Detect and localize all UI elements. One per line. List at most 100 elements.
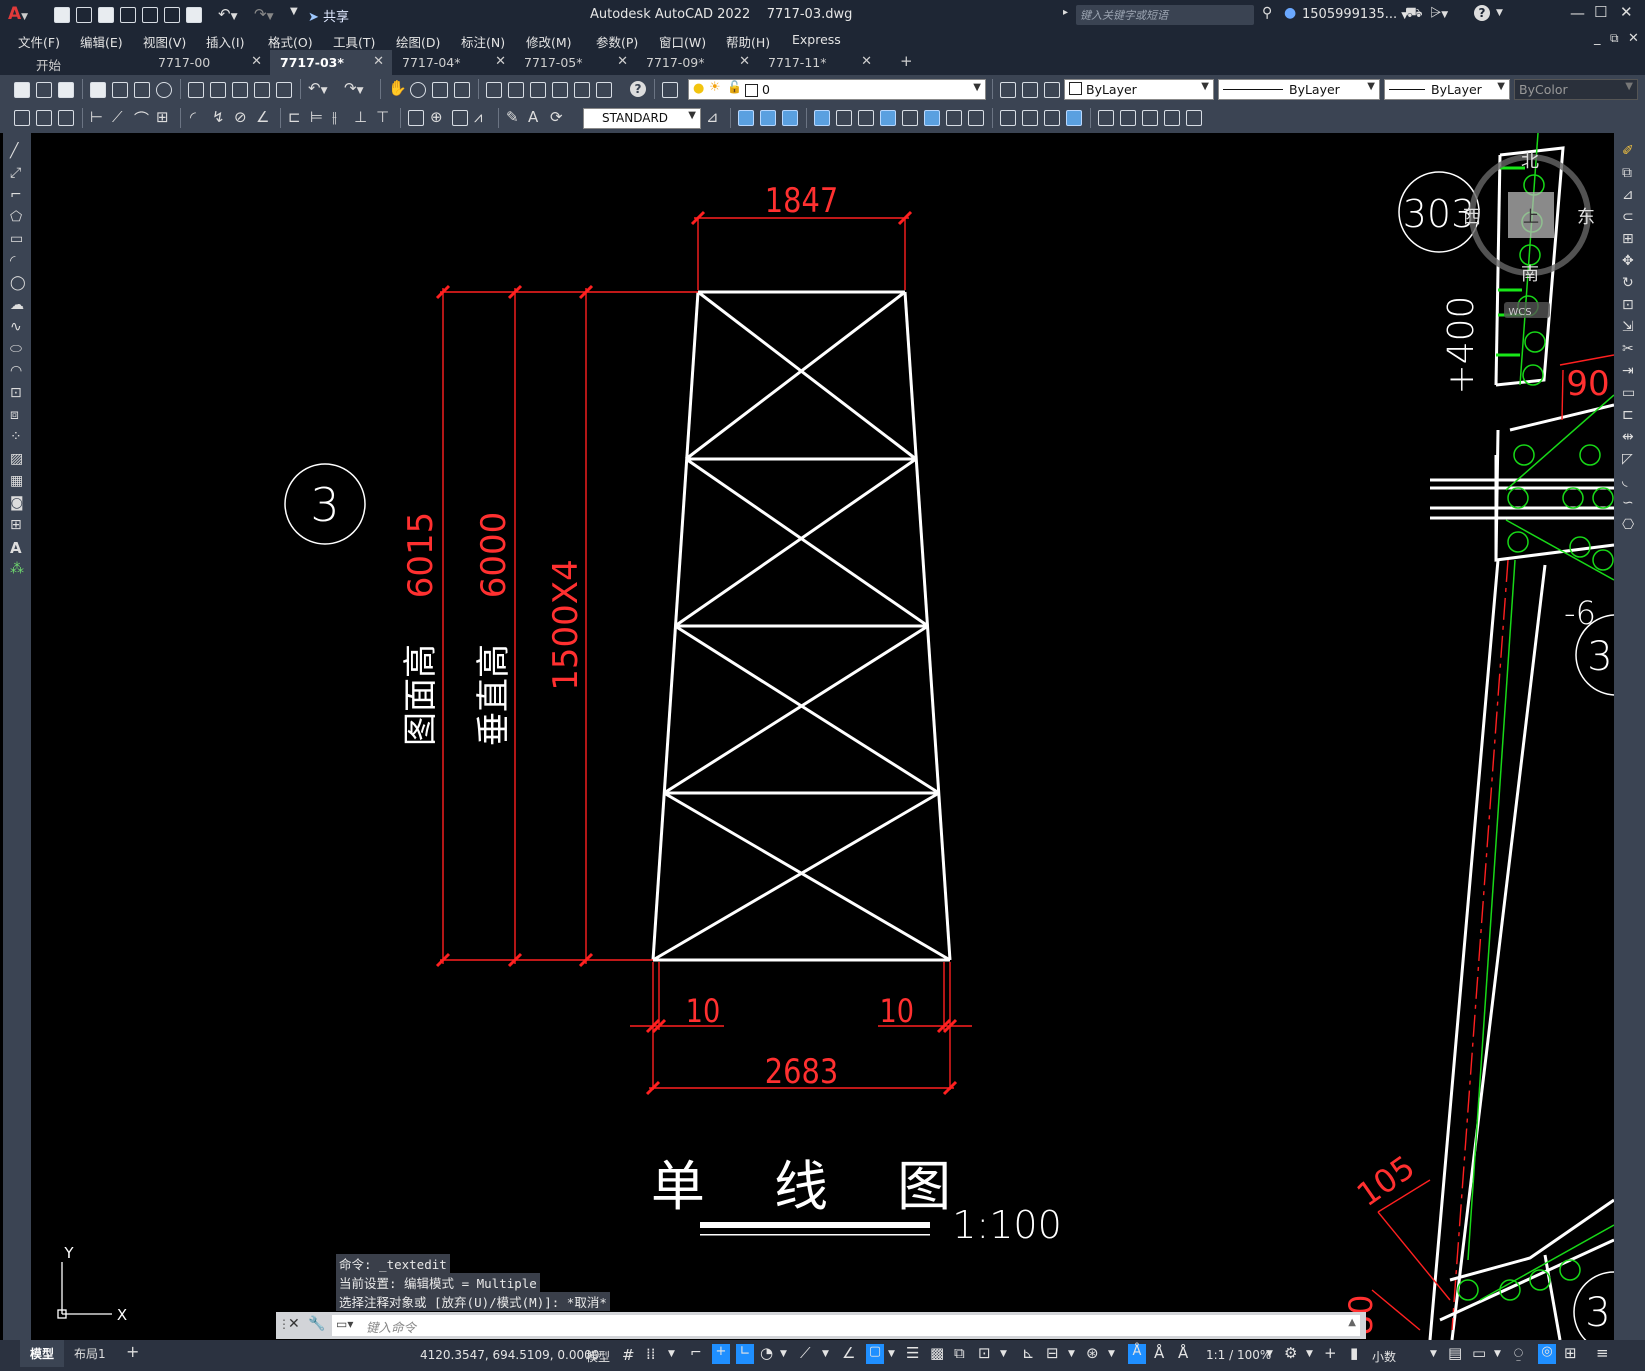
redo-icon[interactable]: ↷▼ <box>344 79 364 97</box>
properties-icon[interactable] <box>486 82 502 98</box>
add-layout-button[interactable]: + <box>126 1342 139 1361</box>
ortho-icon[interactable]: ∟ <box>736 1344 754 1364</box>
clean-screen-icon[interactable]: ⊞ <box>1564 1344 1577 1362</box>
close-tab-icon[interactable]: ✕ <box>861 54 872 69</box>
viewcube-east[interactable]: 东 <box>1577 207 1595 228</box>
union-icon[interactable] <box>760 110 776 126</box>
isolate-objects-icon[interactable]: ⍜ <box>1514 1344 1523 1362</box>
thicken-icon[interactable] <box>1066 110 1082 126</box>
design-center-icon[interactable] <box>508 82 524 98</box>
revision-cloud-icon[interactable]: ☁ <box>10 297 24 313</box>
inspect-icon[interactable] <box>452 110 468 126</box>
dim-edit-icon[interactable]: ✎ <box>506 108 519 126</box>
units-value[interactable]: 小数 <box>1372 1348 1396 1365</box>
close-window-button[interactable]: ✕ <box>1620 3 1633 21</box>
chamfer-edge-icon[interactable] <box>1022 110 1038 126</box>
lock-ui-dropdown-icon[interactable]: ▼ <box>1494 1349 1501 1359</box>
slice-icon[interactable] <box>924 110 940 126</box>
new-tab-button[interactable]: + <box>890 50 920 75</box>
menu-insert[interactable]: 插入(I) <box>206 32 244 51</box>
menu-file[interactable]: 文件(F) <box>18 32 60 51</box>
tab-7717-04[interactable]: 7717-04* ✕ <box>392 50 514 75</box>
dim-linear-icon[interactable]: ⊢ <box>90 108 103 126</box>
doc-minimize-button[interactable]: _ <box>1594 31 1601 46</box>
menu-tools[interactable]: 工具(T) <box>333 32 375 51</box>
lineweight-icon[interactable]: ☰ <box>906 1344 919 1362</box>
viewcube-west[interactable]: 西 <box>1463 207 1481 228</box>
scale-icon[interactable]: ⊡ <box>1622 297 1634 313</box>
workspace-icon[interactable] <box>14 110 30 126</box>
make-block-icon[interactable]: ⧈ <box>10 407 19 423</box>
pan-icon[interactable]: ✋ <box>388 79 407 97</box>
user-account[interactable]: 1505999135... ▼ <box>1302 7 1408 22</box>
trim-icon[interactable]: ✂ <box>1622 341 1634 357</box>
doc-close-button[interactable]: ✕ <box>1628 31 1639 46</box>
dim-space-icon[interactable]: ⊥ <box>354 108 367 126</box>
plot-preview-icon[interactable] <box>112 82 128 98</box>
search-icon[interactable]: ⚲ <box>1262 5 1272 21</box>
copy-object-icon[interactable]: ⧉ <box>1622 165 1632 181</box>
tab-7717-11[interactable]: 7717-11* ✕ <box>758 50 880 75</box>
mirror-3d-icon[interactable] <box>1164 110 1180 126</box>
viewcube-south[interactable]: 南 <box>1521 264 1539 285</box>
linetype-control[interactable]: ByLayer ▼ <box>1218 79 1380 100</box>
workspace-dropdown-icon[interactable]: ▼ <box>1306 1349 1313 1359</box>
rotate-icon[interactable]: ↻ <box>1622 275 1634 291</box>
box-icon[interactable] <box>738 110 754 126</box>
array-icon[interactable]: ⊞ <box>1622 231 1634 247</box>
layer-states-icon[interactable] <box>1044 82 1060 98</box>
block-editor-icon[interactable] <box>276 82 292 98</box>
close-tab-icon[interactable]: ✕ <box>373 54 384 69</box>
close-tab-icon[interactable]: ✕ <box>495 54 506 69</box>
selection-cycling-icon[interactable]: ⧉ <box>954 1344 965 1362</box>
menu-format[interactable]: 格式(O) <box>268 32 313 51</box>
menu-parametric[interactable]: 参数(P) <box>596 32 638 51</box>
menu-modify[interactable]: 修改(M) <box>526 32 572 51</box>
mtext-icon[interactable]: A <box>10 539 22 557</box>
match-properties-icon[interactable] <box>254 82 270 98</box>
close-tab-icon[interactable]: ✕ <box>251 54 262 69</box>
save-icon[interactable] <box>58 82 74 98</box>
offset-icon[interactable]: ⊂ <box>1622 209 1634 225</box>
command-customize-icon[interactable]: 🔧 <box>308 1316 325 1332</box>
chamfer-icon[interactable]: ◸ <box>1622 451 1633 467</box>
dim-baseline-icon[interactable]: ⊨ <box>310 108 323 126</box>
workspace-switch-icon[interactable]: ⚙ <box>1284 1344 1297 1362</box>
layer-combo[interactable]: ● ☀ 🔓 0 ▼ <box>688 79 986 100</box>
dimstyle-control[interactable]: STANDARD ▼ <box>583 108 701 129</box>
gradient-icon[interactable]: ▦ <box>10 473 23 489</box>
dim-angular-icon[interactable]: ∠ <box>256 108 269 126</box>
tolerance-icon[interactable] <box>408 110 424 126</box>
menu-express[interactable]: Express <box>792 32 841 47</box>
tab-7717-03[interactable]: 7717-03* ✕ <box>270 50 392 75</box>
dim-diameter-icon[interactable]: ⊘ <box>234 108 247 126</box>
plot-icon[interactable] <box>186 7 202 23</box>
tab-layout1[interactable]: 布局1 <box>74 1345 106 1362</box>
arc-icon[interactable]: ◜ <box>10 253 15 269</box>
transparency-icon[interactable]: ▩ <box>930 1344 944 1362</box>
rotate-3d-icon[interactable] <box>1120 110 1136 126</box>
markup-icon[interactable] <box>574 82 590 98</box>
grid-icon[interactable]: # <box>622 1346 635 1364</box>
annotation-monitor-icon[interactable]: + <box>1324 1344 1337 1362</box>
undo-icon[interactable]: ↶▼ <box>308 79 328 97</box>
stretch-icon[interactable]: ⇲ <box>1622 319 1634 335</box>
circle-icon[interactable]: ◯ <box>10 275 26 291</box>
layer-on-icon[interactable]: ● <box>693 81 704 96</box>
selection-filter-dropdown-icon[interactable]: ▼ <box>1068 1349 1075 1359</box>
help-icon[interactable]: ? <box>630 81 646 97</box>
annotation-visibility-icon[interactable]: Å <box>1128 1344 1146 1364</box>
publish-icon[interactable] <box>134 82 150 98</box>
gizmo-icon[interactable]: ⊛ <box>1086 1344 1099 1362</box>
render-icon[interactable] <box>36 110 52 126</box>
layer-previous-icon[interactable] <box>1022 82 1038 98</box>
coordinates-readout[interactable]: 4120.3547, 694.5109, 0.0000 <box>420 1348 599 1362</box>
close-tab-icon[interactable]: ✕ <box>739 54 750 69</box>
blend-curves-icon[interactable]: ∽ <box>1622 495 1634 511</box>
tool-palettes-icon[interactable] <box>530 82 546 98</box>
layer-properties-icon[interactable] <box>662 82 678 98</box>
drawing-canvas[interactable]: 1847 2683 10 10 图面高 6015 垂直高 6000 1500X4… <box>31 133 1614 1340</box>
copy-icon[interactable] <box>210 82 226 98</box>
tab-7717-09[interactable]: 7717-09* ✕ <box>636 50 758 75</box>
tab-start[interactable]: 开始 <box>26 50 148 75</box>
